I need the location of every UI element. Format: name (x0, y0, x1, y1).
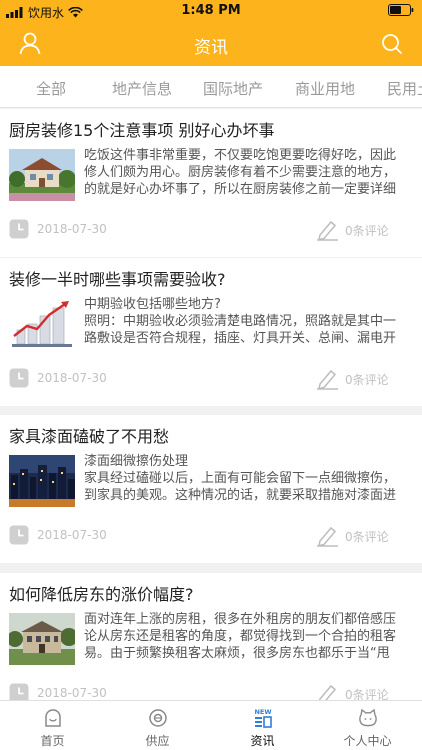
tab-international[interactable]: 国际地产 (203, 78, 263, 99)
tab-all[interactable]: 全部 (36, 78, 66, 99)
article-card[interactable]: 装修一半时哪些事项需要验收? 中期验收包括哪些地方? 照明：中期验收必须验清楚电… (0, 258, 422, 406)
cat-face-icon (359, 708, 377, 727)
article-thumbnail-manor[interactable] (9, 613, 75, 665)
tab-real-estate-info[interactable]: 地产信息 (112, 78, 172, 99)
article-title[interactable]: 装修一半时哪些事项需要验收? (9, 266, 226, 290)
news-icon: NEW (254, 708, 272, 728)
summary-line: 论从房东还是租客的角度，都觉得找到一个合拍的租客 (84, 629, 397, 644)
page-title: 资讯 (194, 38, 228, 58)
clock-icon (9, 219, 29, 239)
article-summary: 面对连年上涨的房租，很多在外租房的朋友们都倍感压 论从房东还是租客的角度，都觉得… (84, 611, 422, 662)
comment-count[interactable]: 0条评论 (345, 222, 389, 239)
summary-line: 漆面细微擦伤处理 (84, 454, 189, 469)
article-card[interactable]: 如何降低房东的涨价幅度? 面对连年上涨的房租，很多在外租房的朋友们都倍感压 论从… (0, 573, 422, 700)
pencil-icon (317, 526, 338, 547)
tab-commercial-land[interactable]: 商业用地 (295, 78, 355, 99)
tabbar-label: 供应 (145, 734, 170, 748)
tabbar-item-profile[interactable]: 个人中心 (315, 701, 420, 750)
status-right (388, 4, 414, 19)
article-meta: 2018-07-30 0条评论 (9, 219, 413, 241)
article-date: 2018-07-30 (37, 222, 107, 236)
home-icon (45, 709, 61, 727)
tabbar-label: 个人中心 (343, 734, 392, 748)
new-badge: NEW (254, 708, 271, 716)
article-card[interactable]: 家具漆面磕破了不用愁 漆面细微擦伤处理 家具经过磕碰以后，上面有可能会留下一点细… (0, 415, 422, 563)
pencil-icon (317, 220, 338, 241)
clock-icon (9, 368, 29, 388)
battery-icon (388, 4, 414, 16)
bottom-tab-bar: 首页 供应 NEW 资讯 个人中心 (0, 700, 422, 750)
category-tabs: 全部 地产信息 国际地产 商业用地 民用土 (0, 66, 422, 108)
article-date: 2018-07-30 (37, 371, 107, 385)
clock-icon (9, 525, 29, 545)
app-root: 饮用水 1:48 PM 资讯 全部 地产信息 国际地产 商业用地 民用 厨房装修… (0, 0, 422, 750)
tabbar-label: 首页 (40, 734, 65, 748)
summary-line: 的就是好心办坏事了，所以在厨房装修之前一定要详细 (84, 182, 397, 197)
summary-line: 家具经过磕碰以后，上面有可能会留下一点细微擦伤， (84, 471, 397, 486)
tabbar-item-supply[interactable]: 供应 (105, 701, 210, 750)
article-summary: 吃饭这件事非常重要，不仅要吃饱更要吃得好吃，因此 修人们颇为用心。厨房装修有着不… (84, 147, 422, 198)
status-bar: 饮用水 1:48 PM (0, 0, 422, 22)
article-card[interactable]: 厨房装修15个注意事项 别好心办坏事 吃饭这件事非常重要，不仅要吃饱更要吃得好吃… (0, 109, 422, 257)
article-meta: 2018-07-30 0条评论 (9, 525, 413, 547)
article-title[interactable]: 厨房装修15个注意事项 别好心办坏事 (9, 117, 274, 141)
pencil-icon (319, 684, 337, 700)
summary-line: 修人们颇为用心。厨房装修有着不少需要注意的地方， (84, 165, 397, 180)
article-summary: 漆面细微擦伤处理 家具经过磕碰以后，上面有可能会留下一点细微擦伤， 到家具的美观… (84, 453, 422, 504)
pencil-icon (317, 369, 338, 390)
tabbar-item-home[interactable]: 首页 (0, 701, 105, 750)
article-thumbnail-growth-chart[interactable] (9, 298, 75, 350)
nav-header: 资讯 (0, 22, 422, 66)
summary-line: 路敷设是否符合规程，插座、灯具开关、总闸、漏电开 (84, 331, 397, 346)
comment-count[interactable]: 0条评论 (345, 371, 389, 388)
tab-residential-land[interactable]: 民用土 (387, 78, 422, 99)
tabbar-item-news[interactable]: NEW 资讯 (210, 701, 315, 750)
summary-line: 易。由于频繁换租客太麻烦，很多房东也都乐于当“甩 (84, 646, 390, 661)
article-date: 2018-07-30 (37, 528, 107, 542)
article-meta: 2018-07-30 0条评论 (9, 368, 413, 390)
summary-line: 照明：中期验收必须验清楚电路情况，照路就是其中一 (84, 314, 397, 329)
article-title[interactable]: 如何降低房东的涨价幅度? (9, 581, 194, 605)
summary-line: 到家具的美观。这种情况的话，就要采取措施对漆面进 (84, 488, 397, 503)
supply-icon (149, 709, 167, 727)
summary-line: 吃饭这件事非常重要，不仅要吃饱更要吃得好吃，因此 (84, 148, 397, 163)
article-thumbnail-villa[interactable] (9, 149, 75, 201)
comment-count[interactable]: 0条评论 (345, 686, 389, 700)
summary-line: 面对连年上涨的房租，很多在外租房的朋友们都倍感压 (84, 612, 397, 627)
article-title[interactable]: 家具漆面磕破了不用愁 (9, 423, 169, 447)
search-button[interactable] (378, 30, 406, 58)
summary-line: 中期验收包括哪些地方? (84, 297, 221, 312)
article-thumbnail-city-night[interactable] (9, 455, 75, 507)
article-summary: 中期验收包括哪些地方? 照明：中期验收必须验清楚电路情况，照路就是其中一 路敷设… (84, 296, 422, 347)
search-icon (382, 34, 402, 54)
comment-count[interactable]: 0条评论 (345, 528, 389, 545)
article-meta: 2018-07-30 0条评论 (9, 683, 413, 700)
tabbar-label: 资讯 (250, 734, 275, 748)
status-time: 1:48 PM (181, 3, 241, 18)
article-feed: 厨房装修15个注意事项 别好心办坏事 吃饭这件事非常重要，不仅要吃饱更要吃得好吃… (0, 109, 422, 700)
clock-icon (9, 683, 29, 700)
article-date: 2018-07-30 (37, 686, 107, 700)
